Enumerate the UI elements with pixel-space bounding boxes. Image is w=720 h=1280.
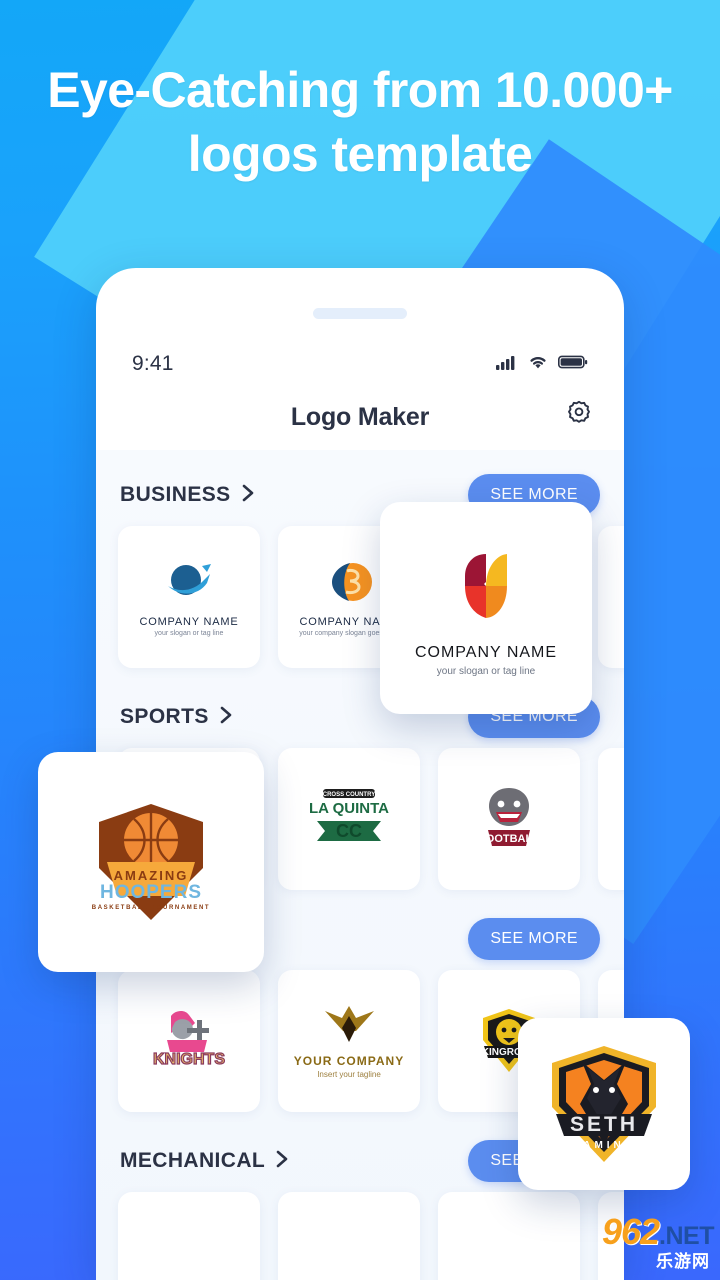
status-clock: 9:41 [132, 352, 174, 375]
battery-full-icon [558, 354, 588, 375]
logo-card[interactable]: YOUR COMPANY Insert your tagline [278, 970, 420, 1112]
see-more-button-game[interactable]: SEE MORE [468, 918, 600, 960]
app-bar: Logo Maker [96, 386, 624, 448]
floating-card-game[interactable]: SETH GAMING [518, 1018, 690, 1190]
svg-text:HOOPERS: HOOPERS [100, 882, 202, 903]
svg-text:CC: CC [336, 821, 362, 841]
section-title: MECHANICAL [120, 1149, 266, 1172]
svg-text:BASKETBALL TOURNAMENT: BASKETBALL TOURNAMENT [92, 905, 210, 911]
section-header-business[interactable]: BUSINESS [120, 483, 255, 507]
svg-text:CROSS COUNTRY: CROSS COUNTRY [323, 792, 375, 798]
logo-card[interactable]: COMPANY tag line [598, 526, 624, 668]
seth-gaming-logo-icon: SETH GAMING [552, 1046, 656, 1162]
logo-card[interactable] [118, 1192, 260, 1280]
section-title: BUSINESS [120, 483, 231, 506]
watermark-number: 962 [601, 1211, 660, 1252]
svg-text:AMAZING: AMAZING [114, 868, 189, 883]
site-watermark: 962 .NET 乐游网 [601, 1211, 715, 1272]
logo-card[interactable]: CROSS COUNTRY LA QUINTA CC [278, 748, 420, 890]
logo-caption: YOUR COMPANY [293, 1053, 405, 1068]
status-bar: 9:41 [96, 346, 624, 382]
promo-headline: Eye-Catching from 10.000+ logos template [0, 58, 720, 186]
chevron-right-icon[interactable] [241, 484, 255, 507]
section-header-sports[interactable]: SPORTS [120, 705, 233, 729]
floating-card-sports[interactable]: AMAZING HOOPERS BASKETBALL TOURNAMENT [38, 752, 264, 972]
svg-text:KNIGHTS: KNIGHTS [153, 1051, 225, 1068]
headline-line-1: Eye-Catching from 10.000+ [47, 62, 673, 118]
logo-subtitle: your slogan or tag line [154, 629, 224, 637]
page-title: Logo Maker [290, 402, 430, 431]
floating-card-business[interactable]: COMPANY NAME your slogan or tag line [380, 502, 592, 714]
logo-subtitle: Insert your tagline [317, 1069, 381, 1079]
promo-screenshot: Eye-Catching from 10.000+ logos template… [0, 0, 720, 1280]
company-circle-logo-icon [465, 553, 507, 618]
logo-card[interactable]: COMPANY NAME your slogan or tag line [118, 526, 260, 668]
logo-card[interactable] [438, 1192, 580, 1280]
svg-text:GAMING: GAMING [571, 1140, 636, 1151]
logo-card[interactable] [278, 1192, 420, 1280]
svg-text:FOOTBALL: FOOTBALL [479, 833, 539, 845]
logo-caption: COMPANY NAME [139, 615, 239, 628]
chevron-right-icon[interactable] [275, 1150, 289, 1173]
floating-card-subtitle: your slogan or tag line [436, 665, 536, 677]
watermark-chinese: 乐游网 [656, 1252, 710, 1271]
section-title: SPORTS [120, 705, 209, 728]
headline-line-2: logos template [187, 126, 533, 182]
svg-text:SETH: SETH [570, 1113, 638, 1136]
logo-row-mechanical[interactable] [96, 1192, 624, 1280]
chevron-right-icon[interactable] [219, 706, 233, 729]
gear-icon[interactable] [564, 400, 594, 435]
cellular-signal-icon [496, 354, 518, 375]
logo-card[interactable]: KNIGHTS [118, 970, 260, 1112]
phone-speaker [313, 308, 407, 319]
logo-card[interactable]: FOOTBALL [438, 748, 580, 890]
floating-card-caption: COMPANY NAME [414, 643, 558, 661]
section-header-mechanical[interactable]: MECHANICAL [120, 1149, 289, 1173]
svg-text:LA QUINTA: LA QUINTA [309, 800, 389, 817]
wifi-icon [527, 354, 549, 375]
amazing-hoopers-logo-icon: AMAZING HOOPERS BASKETBALL TOURNAMENT [92, 804, 210, 920]
logo-card[interactable]: GO STAD [598, 748, 624, 890]
